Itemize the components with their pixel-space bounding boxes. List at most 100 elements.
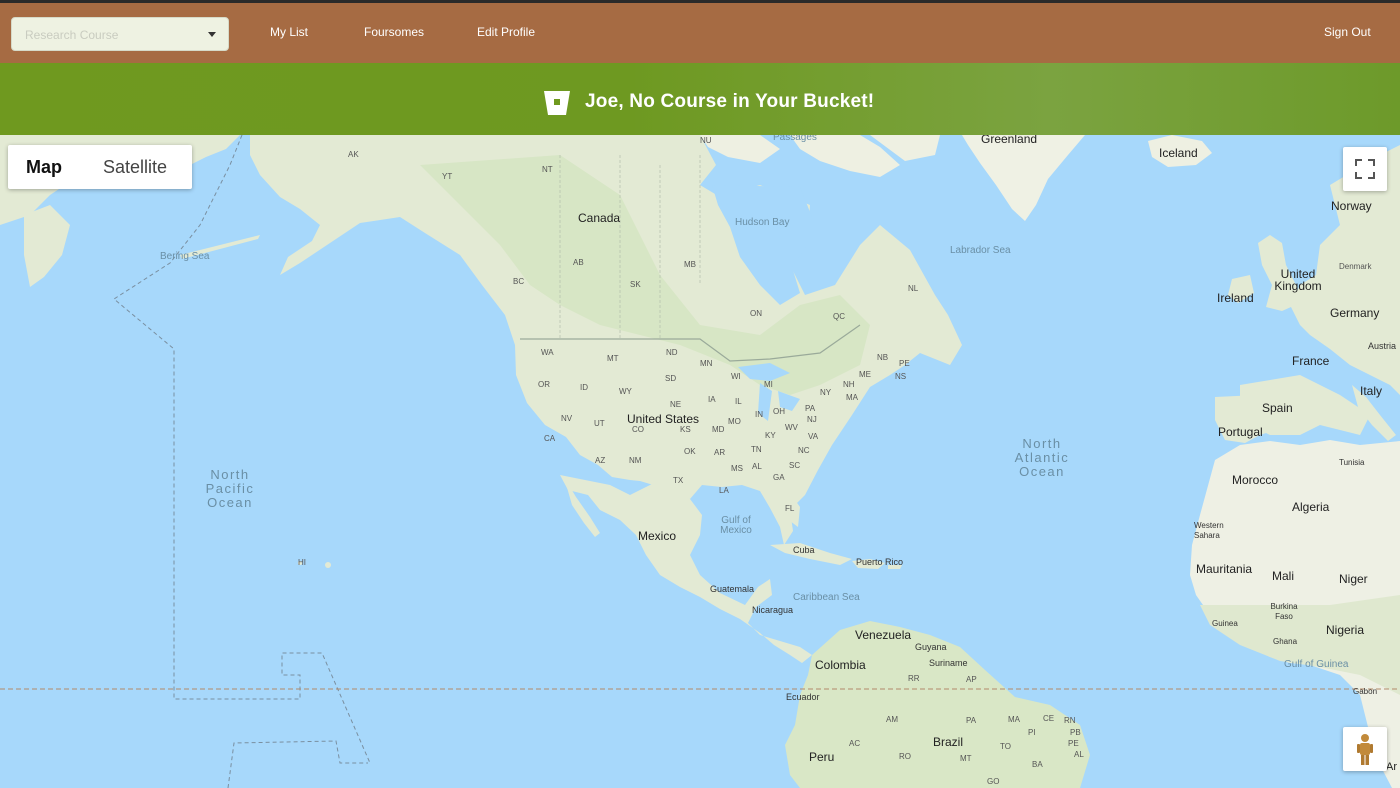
- label-labrador-sea: Labrador Sea: [950, 245, 1011, 256]
- label-ca: CA: [544, 434, 556, 443]
- label-caribbean-sea: Caribbean Sea: [793, 592, 860, 603]
- label-nl: NL: [908, 284, 919, 293]
- label-ar-partial: Ar: [1386, 761, 1397, 773]
- label-ak: AK: [348, 150, 359, 159]
- banner-title: Joe, No Course in Your Bucket!: [585, 91, 875, 112]
- label-france: France: [1292, 354, 1330, 368]
- label-puerto-rico: Puerto Rico: [856, 557, 904, 567]
- sign-out-link[interactable]: Sign Out: [1324, 25, 1371, 39]
- label-wy: WY: [619, 387, 632, 396]
- pegman-icon: [1357, 734, 1373, 765]
- label-gulf-of-mexico: Gulf of Mexico: [720, 515, 752, 536]
- label-ns: NS: [895, 372, 907, 381]
- label-gulf-of-guinea: Gulf of Guinea: [1284, 659, 1349, 670]
- label-rr: RR: [908, 674, 920, 683]
- label-nj: NJ: [807, 415, 817, 424]
- label-to: TO: [1000, 742, 1011, 751]
- label-ghana: Ghana: [1273, 637, 1298, 646]
- label-ny: NY: [820, 388, 832, 397]
- label-nb: NB: [877, 353, 889, 362]
- label-mali: Mali: [1272, 569, 1295, 583]
- label-mo: MO: [728, 417, 741, 426]
- world-map[interactable]: Greenland Iceland Passages NU NT YT AK C…: [0, 135, 1400, 788]
- label-al: AL: [752, 462, 762, 471]
- label-mt: MT: [607, 354, 619, 363]
- label-peru: Peru: [809, 750, 835, 764]
- label-mauritania: Mauritania: [1196, 562, 1253, 576]
- nav-link-my-list[interactable]: My List: [270, 25, 308, 39]
- label-brazil: Brazil: [933, 735, 964, 749]
- label-gabon: Gabon: [1353, 687, 1378, 696]
- fullscreen-button[interactable]: [1343, 147, 1387, 191]
- label-ok: OK: [684, 447, 696, 456]
- label-pi: PI: [1028, 728, 1036, 737]
- label-ne: NE: [670, 400, 682, 409]
- label-pe: PE: [899, 359, 910, 368]
- label-niger: Niger: [1339, 572, 1368, 586]
- label-mn: MN: [700, 359, 713, 368]
- label-wi: WI: [731, 372, 741, 381]
- label-algeria: Algeria: [1292, 500, 1330, 514]
- label-pe-br: PE: [1068, 739, 1079, 748]
- map-type-satellite-button[interactable]: Satellite: [103, 157, 167, 178]
- label-guyana: Guyana: [915, 642, 947, 652]
- label-md: MD: [712, 425, 725, 434]
- research-course-placeholder: Research Course: [25, 28, 119, 42]
- label-denmark: Denmark: [1339, 262, 1372, 271]
- label-on: ON: [750, 309, 762, 318]
- label-mb: MB: [684, 260, 696, 269]
- label-mi: MI: [764, 380, 773, 389]
- label-in: IN: [755, 410, 763, 419]
- label-ms: MS: [731, 464, 743, 473]
- label-ga: GA: [773, 473, 785, 482]
- label-italy: Italy: [1360, 384, 1383, 398]
- label-hudson-bay: Hudson Bay: [735, 217, 790, 228]
- label-spain: Spain: [1262, 401, 1293, 415]
- nav-link-foursomes[interactable]: Foursomes: [364, 25, 424, 39]
- label-va: VA: [808, 432, 819, 441]
- label-colombia: Colombia: [815, 658, 866, 672]
- label-united-kingdom: United Kingdom: [1274, 267, 1322, 293]
- label-or: OR: [538, 380, 550, 389]
- label-wa: WA: [541, 348, 554, 357]
- label-canada: Canada: [578, 211, 621, 225]
- label-az: AZ: [595, 456, 606, 465]
- label-rn: RN: [1064, 716, 1076, 725]
- label-al-br: AL: [1074, 750, 1084, 759]
- label-ab: AB: [573, 258, 584, 267]
- label-nh: NH: [843, 380, 855, 389]
- label-suriname: Suriname: [929, 658, 968, 668]
- label-ap: AP: [966, 675, 977, 684]
- bucket-icon: [544, 91, 570, 115]
- label-nu: NU: [700, 136, 712, 145]
- label-germany: Germany: [1330, 306, 1380, 320]
- label-qc: QC: [833, 312, 845, 321]
- label-nm: NM: [629, 456, 642, 465]
- nav-link-edit-profile[interactable]: Edit Profile: [477, 25, 535, 39]
- label-austria: Austria: [1368, 341, 1397, 351]
- label-il: IL: [735, 397, 742, 406]
- label-venezuela: Venezuela: [855, 628, 912, 642]
- research-course-select[interactable]: Research Course: [11, 17, 229, 51]
- label-fl: FL: [785, 504, 795, 513]
- label-north-atlantic-ocean: North Atlantic Ocean: [1014, 436, 1070, 479]
- label-am: AM: [886, 715, 898, 724]
- label-mt-br: MT: [960, 754, 972, 763]
- street-view-button[interactable]: [1343, 727, 1387, 771]
- label-burkina-faso: Burkina Faso: [1270, 602, 1298, 621]
- map-type-map-button[interactable]: Map: [26, 157, 62, 178]
- label-norway: Norway: [1331, 199, 1372, 213]
- map-type-control: Map Satellite: [8, 145, 192, 189]
- label-nc: NC: [798, 446, 810, 455]
- label-ireland: Ireland: [1217, 291, 1254, 305]
- label-yt: YT: [442, 172, 453, 181]
- bucket-banner: Joe, No Course in Your Bucket!: [0, 63, 1400, 135]
- label-la: LA: [719, 486, 729, 495]
- label-morocco: Morocco: [1232, 473, 1279, 487]
- chevron-down-icon: [208, 32, 216, 37]
- label-ro: RO: [899, 752, 911, 761]
- label-ky: KY: [765, 431, 776, 440]
- map-land-layer: [0, 135, 1400, 788]
- label-ma: MA: [846, 393, 858, 402]
- label-tx: TX: [673, 476, 684, 485]
